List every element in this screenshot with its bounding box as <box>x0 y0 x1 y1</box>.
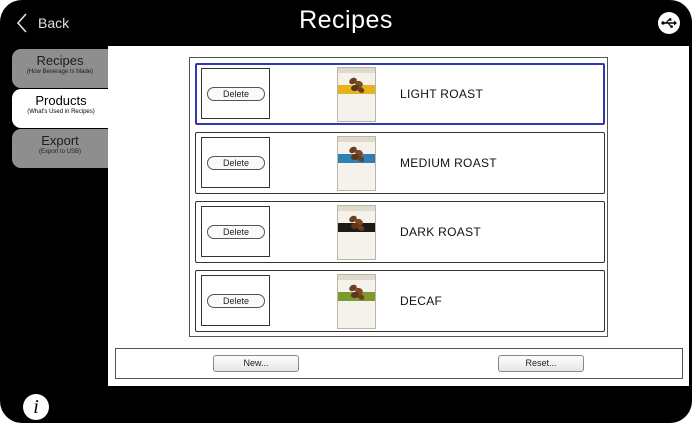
app-window: Back Recipes Recipes (How Beverage Is Ma… <box>0 0 692 423</box>
coffee-bag-icon <box>337 136 376 191</box>
delete-button[interactable]: Delete <box>207 294 265 308</box>
product-name: LIGHT ROAST <box>400 87 484 101</box>
delete-area: Delete <box>201 68 270 119</box>
product-name: DECAF <box>400 294 443 308</box>
top-bar: Back Recipes <box>0 0 692 46</box>
tab-export-title: Export <box>41 133 79 148</box>
tab-products-subtitle: (What's Used in Recipes) <box>27 109 95 115</box>
tab-export[interactable]: Export (Export to USB) <box>12 129 108 168</box>
tab-export-subtitle: (Export to USB) <box>38 149 81 155</box>
tab-recipes[interactable]: Recipes (How Beverage Is Made) <box>12 49 108 88</box>
delete-button[interactable]: Delete <box>207 156 265 170</box>
coffee-bag-icon <box>337 67 376 122</box>
tab-products[interactable]: Products (What's Used in Recipes) <box>12 89 110 128</box>
content-panel: Delete LIGHT ROAST Delete MEDIUM ROAST D… <box>108 46 689 386</box>
product-row[interactable]: Delete LIGHT ROAST <box>195 63 605 125</box>
delete-button[interactable]: Delete <box>207 87 265 101</box>
coffee-bag-icon <box>337 274 376 329</box>
product-list[interactable]: Delete LIGHT ROAST Delete MEDIUM ROAST D… <box>189 57 608 337</box>
info-icon[interactable]: i <box>23 394 49 420</box>
delete-area: Delete <box>201 206 270 257</box>
delete-button[interactable]: Delete <box>207 225 265 239</box>
tab-recipes-title: Recipes <box>36 53 84 68</box>
action-bar: New... Reset... <box>115 348 683 379</box>
reset-button[interactable]: Reset... <box>498 355 584 372</box>
tab-products-title: Products <box>35 93 87 108</box>
product-row[interactable]: Delete DECAF <box>195 270 605 332</box>
usb-icon[interactable] <box>658 12 680 34</box>
tab-recipes-subtitle: (How Beverage Is Made) <box>26 69 94 75</box>
coffee-bag-icon <box>337 205 376 260</box>
product-row[interactable]: Delete MEDIUM ROAST <box>195 132 605 194</box>
page-title: Recipes <box>299 6 393 34</box>
product-name: MEDIUM ROAST <box>400 156 497 170</box>
delete-area: Delete <box>201 137 270 188</box>
product-name: DARK ROAST <box>400 225 482 239</box>
new-button[interactable]: New... <box>213 355 299 372</box>
delete-area: Delete <box>201 275 270 326</box>
product-row[interactable]: Delete DARK ROAST <box>195 201 605 263</box>
